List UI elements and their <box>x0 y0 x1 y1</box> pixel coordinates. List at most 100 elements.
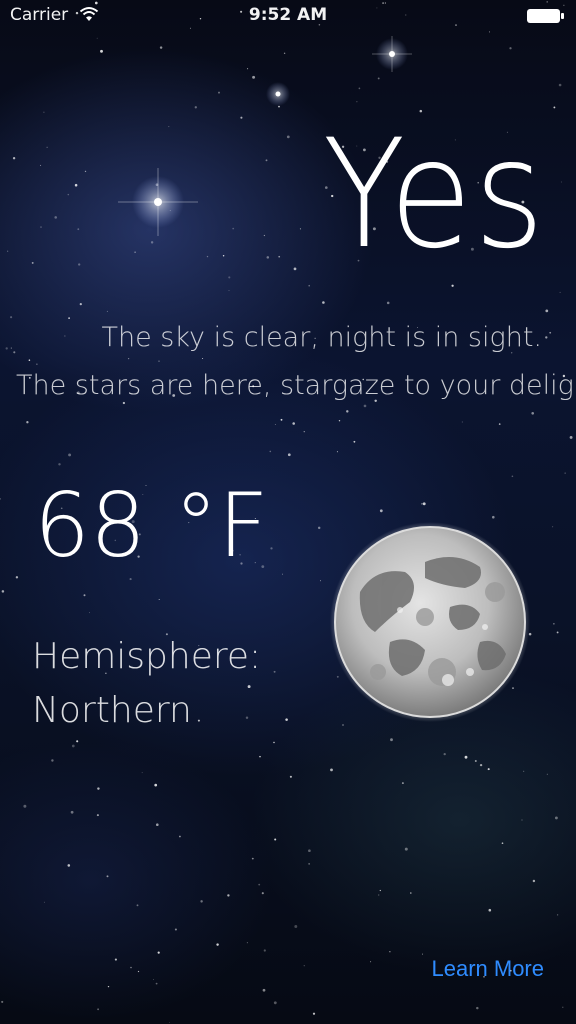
star-dot <box>389 951 391 953</box>
star-dot <box>308 863 310 865</box>
status-bar: Carrier 9:52 AM <box>0 0 576 32</box>
star-dot <box>492 515 495 519</box>
star-dot <box>245 716 249 719</box>
star-dot <box>511 475 514 478</box>
star-dot <box>202 358 204 359</box>
star-dot <box>552 526 554 528</box>
star-dot <box>379 889 381 892</box>
learn-more-link[interactable]: Learn More <box>431 956 544 982</box>
sky-message-line-1: The sky is clear, night is in sight. <box>101 322 542 353</box>
star-dot <box>7 250 9 252</box>
star-dot <box>545 336 548 339</box>
star-dot <box>479 763 483 767</box>
star-dot <box>70 810 74 814</box>
star-dot <box>378 894 380 896</box>
star-dot <box>88 612 91 614</box>
star-dot <box>564 472 566 474</box>
star-dot <box>227 894 230 897</box>
star-dot <box>401 782 404 785</box>
star-dot <box>451 284 454 287</box>
star-dot <box>258 883 261 886</box>
star-dot <box>379 509 383 513</box>
star-dot <box>273 670 276 673</box>
star-dot <box>422 502 426 506</box>
star-dot <box>336 451 338 453</box>
star-dot <box>174 928 177 931</box>
star-dot <box>154 783 158 787</box>
bright-star <box>372 36 412 72</box>
star-dot <box>23 804 27 808</box>
stargazing-answer: Yes <box>322 108 546 282</box>
star-dot <box>422 953 424 955</box>
star-dot <box>269 450 272 453</box>
star-dot <box>404 847 408 851</box>
hemisphere-value: Northern <box>32 690 192 731</box>
star-dot <box>137 970 140 973</box>
star-dot <box>77 228 80 231</box>
star-dot <box>83 594 86 597</box>
status-time: 9:52 AM <box>248 5 328 25</box>
star-dot <box>64 335 66 337</box>
hemisphere-label: Hemisphere: <box>32 636 262 677</box>
star-dot <box>246 942 248 944</box>
bright-star <box>266 82 290 106</box>
star-dot <box>127 357 130 360</box>
star-dot <box>338 419 341 422</box>
star-dot <box>341 723 345 727</box>
star-dot <box>156 823 159 826</box>
battery-icon <box>527 9 564 23</box>
star-dot <box>262 988 266 992</box>
star-dot <box>261 892 264 895</box>
app-screen: Carrier 9:52 AM Yes The sky is clear, ni… <box>0 0 576 1024</box>
star-dot <box>68 317 70 319</box>
star-dot <box>322 301 325 304</box>
star-dot <box>509 47 512 50</box>
star-dot <box>487 768 490 771</box>
star-dot <box>13 351 16 354</box>
star-dot <box>43 111 45 113</box>
star-dot <box>370 961 372 963</box>
star-dot <box>169 1022 171 1023</box>
star-dot <box>78 263 81 266</box>
star-dot <box>303 431 305 433</box>
star-dot <box>421 503 423 505</box>
star-dot <box>562 1006 564 1008</box>
temperature-readout: 68 °F <box>34 474 269 577</box>
bright-star <box>118 168 198 236</box>
sky-message-line-2: The stars are here, stargaze to your del… <box>16 370 576 401</box>
star-dot <box>222 254 225 257</box>
star-dot <box>294 925 298 928</box>
star-dot <box>43 901 45 903</box>
star-dot <box>319 580 322 582</box>
star-dot <box>71 744 75 748</box>
star-dot <box>12 157 16 160</box>
star-dot <box>153 978 155 980</box>
star-dot <box>158 360 160 362</box>
star-dot <box>317 526 321 530</box>
star-dot <box>96 37 98 39</box>
star-dot <box>461 421 463 423</box>
star-dot <box>31 261 34 264</box>
star-dot <box>247 685 251 689</box>
star-dot <box>67 193 70 196</box>
star-dot <box>141 772 143 774</box>
star-dot <box>356 101 358 103</box>
star-dot <box>569 435 573 439</box>
star-dot <box>158 598 160 601</box>
star-dot <box>289 775 292 778</box>
star-dot <box>303 965 305 967</box>
star-dot <box>26 421 29 424</box>
star-dot <box>549 331 552 334</box>
star-dot <box>263 949 266 952</box>
star-dot <box>178 835 181 838</box>
star-dot <box>15 576 19 579</box>
star-dot <box>218 91 220 94</box>
star-dot <box>330 768 333 772</box>
star-dot <box>545 309 549 313</box>
star-dot <box>157 951 160 954</box>
star-dot <box>194 106 197 109</box>
star-dot <box>74 183 78 187</box>
star-dot <box>558 83 562 87</box>
star-dot <box>410 892 412 894</box>
star-dot <box>312 1012 316 1015</box>
